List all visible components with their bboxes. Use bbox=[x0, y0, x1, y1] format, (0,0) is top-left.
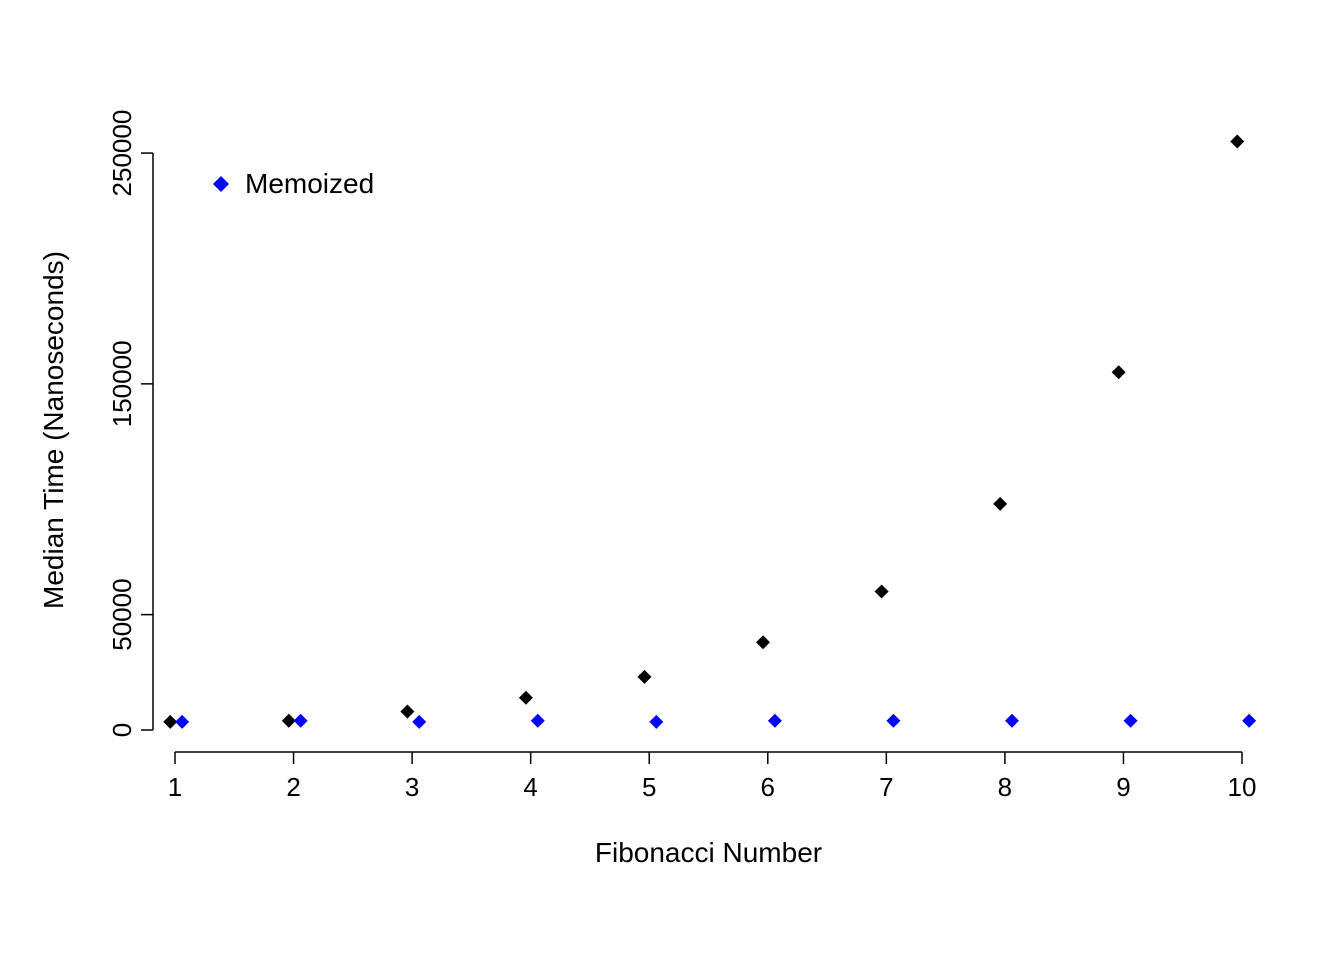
data-point bbox=[768, 714, 782, 728]
data-point bbox=[637, 670, 651, 684]
data-point bbox=[1005, 714, 1019, 728]
data-point bbox=[1112, 365, 1126, 379]
x-tick-label: 4 bbox=[523, 772, 537, 802]
x-tick-label: 5 bbox=[642, 772, 656, 802]
y-tick-label: 250000 bbox=[107, 110, 137, 197]
x-tick-label: 10 bbox=[1228, 772, 1257, 802]
data-point bbox=[175, 715, 189, 729]
y-axis-title: Median Time (Nanoseconds) bbox=[38, 251, 69, 609]
data-point bbox=[294, 714, 308, 728]
data-point bbox=[400, 705, 414, 719]
y-tick-label: 150000 bbox=[107, 340, 137, 427]
x-tick-label: 3 bbox=[405, 772, 419, 802]
data-point bbox=[519, 691, 533, 705]
x-axis-title: Fibonacci Number bbox=[595, 837, 822, 868]
y-tick-label: 0 bbox=[107, 723, 137, 737]
data-point bbox=[756, 635, 770, 649]
chart-container: 1 2 3 4 5 6 7 8 9 10 0 50000 150000 250000 Fibonacci N… bbox=[0, 0, 1344, 960]
scatter-chart: 1 2 3 4 5 6 7 8 9 10 0 50000 150000 250000 Fibonacci N… bbox=[0, 0, 1344, 960]
data-point bbox=[412, 715, 426, 729]
legend-label: Memoized bbox=[245, 168, 374, 199]
data-point bbox=[531, 714, 545, 728]
data-point bbox=[993, 497, 1007, 511]
x-tick-label: 7 bbox=[879, 772, 893, 802]
x-tick-label: 6 bbox=[761, 772, 775, 802]
x-tick-label: 8 bbox=[998, 772, 1012, 802]
data-point bbox=[1242, 714, 1256, 728]
data-point bbox=[1230, 135, 1244, 149]
x-tick-label: 2 bbox=[286, 772, 300, 802]
x-tick-label: 9 bbox=[1116, 772, 1130, 802]
y-tick-label: 50000 bbox=[107, 578, 137, 650]
data-point bbox=[875, 585, 889, 599]
x-tick-label: 1 bbox=[168, 772, 182, 802]
data-point bbox=[1124, 714, 1138, 728]
legend-marker bbox=[213, 176, 229, 192]
data-point bbox=[886, 714, 900, 728]
data-point bbox=[649, 715, 663, 729]
